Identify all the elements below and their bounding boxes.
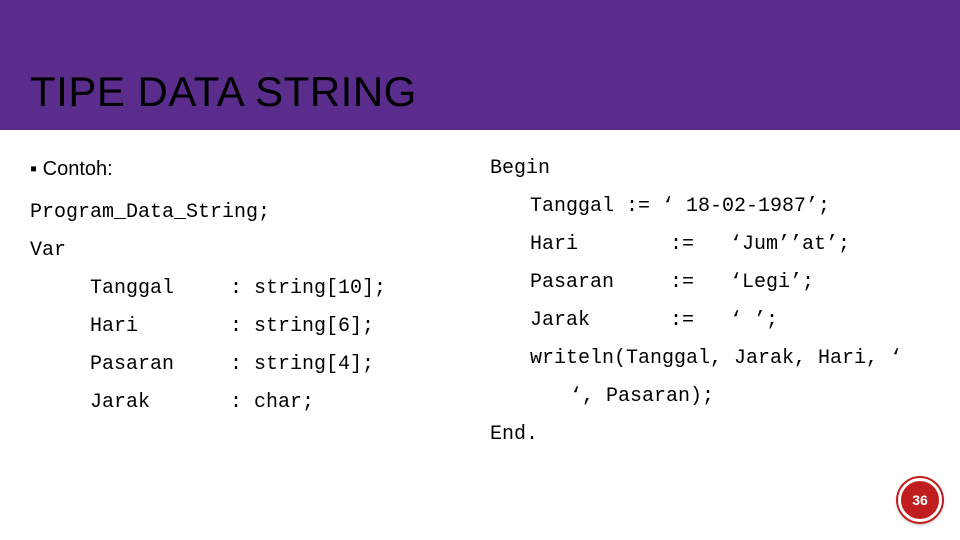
assign-name: Jarak xyxy=(530,302,670,340)
page-number-badge: 36 xyxy=(898,478,942,522)
decl-type: : string[6]; xyxy=(230,308,374,346)
decl-type: : char; xyxy=(230,384,314,422)
program-decl: Program_Data_String; xyxy=(30,194,470,232)
assign-op: := xyxy=(670,302,730,340)
decl-row: Pasaran : string[4]; xyxy=(90,346,470,384)
title-bar: TIPE DATA STRING xyxy=(0,0,960,130)
decl-row: Hari : string[6]; xyxy=(90,308,470,346)
contoh-label: Contoh: xyxy=(43,158,113,180)
slide-title: TIPE DATA STRING xyxy=(30,68,417,116)
assign-op: := xyxy=(670,226,730,264)
decl-type: : string[4]; xyxy=(230,346,374,384)
assign-val: ‘Legi’; xyxy=(730,264,814,302)
contoh-heading: ▪ Contoh: xyxy=(30,150,470,188)
decl-name: Pasaran xyxy=(90,346,230,384)
assign-row: Tanggal := ‘ 18-02-1987’; xyxy=(530,188,930,226)
decl-name: Jarak xyxy=(90,384,230,422)
assign-val: ‘ ’; xyxy=(730,302,778,340)
decl-type: : string[10]; xyxy=(230,270,386,308)
assign-name: Hari xyxy=(530,226,670,264)
assign-op: := xyxy=(670,264,730,302)
var-keyword: Var xyxy=(30,232,470,270)
begin-keyword: Begin xyxy=(490,150,930,188)
decl-row: Jarak : char; xyxy=(90,384,470,422)
assign-val: ‘Jum’’at’; xyxy=(730,226,850,264)
page-number: 36 xyxy=(912,492,928,508)
assign-name: Pasaran xyxy=(530,264,670,302)
left-column: ▪ Contoh: Program_Data_String; Var Tangg… xyxy=(30,150,470,454)
body-area: ▪ Contoh: Program_Data_String; Var Tangg… xyxy=(0,130,960,454)
assign-row: Pasaran := ‘Legi’; xyxy=(530,264,930,302)
assign-row: Jarak := ‘ ’; xyxy=(530,302,930,340)
end-keyword: End. xyxy=(490,416,930,454)
assign-row: Hari := ‘Jum’’at’; xyxy=(530,226,930,264)
decl-name: Hari xyxy=(90,308,230,346)
right-column: Begin Tanggal := ‘ 18-02-1987’; Hari := … xyxy=(490,150,930,454)
decl-name: Tanggal xyxy=(90,270,230,308)
writeln-line: writeln(Tanggal, Jarak, Hari, ‘ ‘, Pasar… xyxy=(530,340,930,416)
decl-row: Tanggal : string[10]; xyxy=(90,270,470,308)
